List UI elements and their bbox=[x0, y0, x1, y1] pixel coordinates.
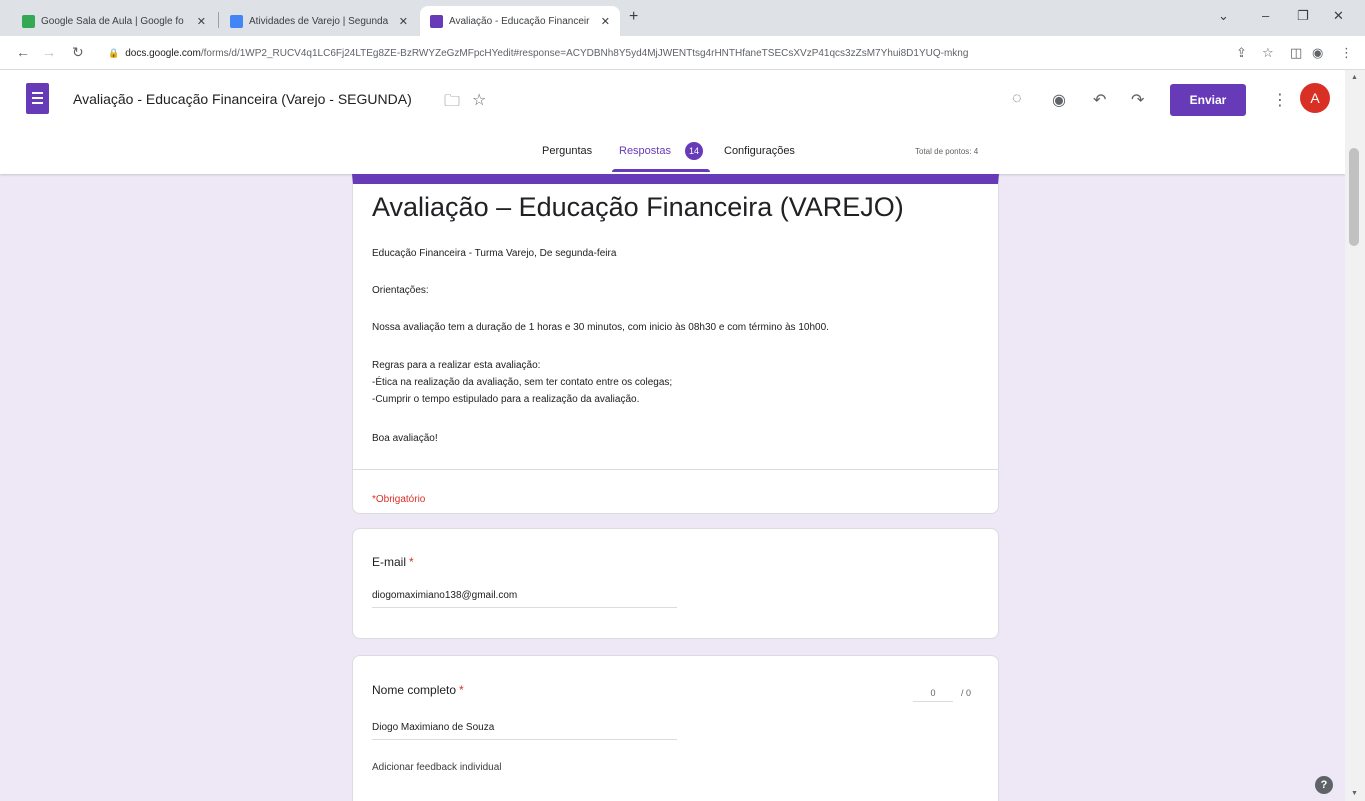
total-points: Total de pontos: 4 bbox=[915, 147, 979, 156]
preview-eye-icon[interactable]: ◉ bbox=[1052, 90, 1066, 110]
document-title[interactable]: Avaliação - Educação Financeira (Varejo … bbox=[73, 91, 412, 107]
undo-icon[interactable]: ↶ bbox=[1093, 90, 1106, 110]
browser-menu-icon[interactable]: ⋮ bbox=[1340, 45, 1353, 61]
tab-title: Google Sala de Aula | Google fo bbox=[41, 15, 184, 27]
active-tab-indicator bbox=[612, 169, 710, 172]
folder-icon[interactable]: 🗀 bbox=[444, 90, 460, 117]
points-input[interactable]: 0 bbox=[913, 684, 953, 702]
form-title: Avaliação – Educação Financeira (VAREJO) bbox=[372, 192, 904, 222]
email-question-card: E-mail * diogomaximiano138@gmail.com bbox=[352, 528, 999, 639]
bookmark-star-icon[interactable]: ☆ bbox=[1262, 45, 1274, 61]
required-note: *Obrigatório bbox=[372, 494, 426, 505]
form-description-line: Regras para a realizar esta avaliação: bbox=[372, 360, 541, 371]
points-scorer: 0 / 0 bbox=[913, 684, 971, 702]
side-panel-icon[interactable]: ◫ bbox=[1290, 45, 1302, 61]
address-bar[interactable]: 🔒 docs.google.com /forms/d/1WP2_RUCV4q1L… bbox=[108, 40, 1200, 66]
lock-icon: 🔒 bbox=[108, 47, 120, 58]
scrollbar-thumb[interactable] bbox=[1349, 148, 1359, 246]
star-icon[interactable]: ☆ bbox=[472, 90, 486, 110]
new-tab-icon[interactable]: + bbox=[629, 8, 638, 26]
reload-icon[interactable]: ↻ bbox=[72, 44, 84, 61]
card-divider bbox=[353, 469, 998, 470]
share-icon[interactable]: ⇪ bbox=[1236, 45, 1247, 61]
extension-icon[interactable]: ◉ bbox=[1312, 45, 1323, 61]
customize-theme-icon[interactable]: ◌ bbox=[1012, 90, 1022, 108]
browser-tab-strip: Google Sala de Aula | Google fo ✕ Ativid… bbox=[0, 0, 1365, 36]
url-path: /forms/d/1WP2_RUCV4q1LC6Fj24LTEg8ZE-BzRW… bbox=[200, 47, 969, 59]
required-star: * bbox=[409, 555, 414, 569]
close-window-icon[interactable]: ✕ bbox=[1333, 8, 1344, 24]
browser-tab-classroom[interactable]: Google Sala de Aula | Google fo ✕ bbox=[12, 6, 216, 36]
question-label: Nome completo * bbox=[372, 683, 464, 697]
url-host: docs.google.com bbox=[125, 47, 201, 59]
form-title-card: Avaliação – Educação Financeira (VAREJO)… bbox=[352, 174, 999, 514]
tab-questions[interactable]: Perguntas bbox=[542, 145, 592, 157]
browser-toolbar: ← → ↻ 🔒 docs.google.com /forms/d/1WP2_RU… bbox=[0, 36, 1365, 70]
form-description-line: Educação Financeira - Turma Varejo, De s… bbox=[372, 248, 617, 259]
back-arrow-icon[interactable]: ← bbox=[16, 44, 30, 60]
points-total: / 0 bbox=[961, 688, 972, 698]
browser-tab-avaliacao[interactable]: Avaliação - Educação Financeir ✕ bbox=[420, 6, 620, 36]
tab-title: Atividades de Varejo | Segunda bbox=[249, 15, 389, 27]
forms-favicon-icon bbox=[430, 14, 443, 28]
send-button[interactable]: Enviar bbox=[1170, 84, 1246, 116]
name-answer: Diogo Maximiano de Souza bbox=[372, 722, 677, 740]
required-star: * bbox=[459, 683, 464, 697]
redo-icon[interactable]: ↷ bbox=[1131, 90, 1144, 110]
close-tab-icon[interactable]: ✕ bbox=[197, 15, 206, 28]
tab-title: Avaliação - Educação Financeir bbox=[449, 15, 590, 27]
form-description-line: -Cumprir o tempo estipulado para a reali… bbox=[372, 394, 640, 405]
question-label-text: E-mail bbox=[372, 555, 407, 569]
tab-settings[interactable]: Configurações bbox=[724, 145, 795, 157]
sites-favicon-icon bbox=[230, 14, 243, 28]
question-label-text: Nome completo bbox=[372, 683, 457, 697]
scroll-up-arrow-icon[interactable]: ▲ bbox=[1351, 74, 1358, 81]
avatar[interactable]: A bbox=[1300, 83, 1330, 113]
help-icon[interactable]: ? bbox=[1315, 776, 1333, 794]
minimize-icon[interactable]: – bbox=[1262, 8, 1269, 23]
email-answer: diogomaximiano138@gmail.com bbox=[372, 590, 677, 608]
google-forms-icon[interactable] bbox=[26, 83, 49, 114]
more-options-icon[interactable]: ⋮ bbox=[1272, 90, 1288, 110]
name-question-card: Nome completo * 0 / 0 Diogo Maximiano de … bbox=[352, 655, 999, 801]
close-tab-icon[interactable]: ✕ bbox=[601, 15, 610, 28]
tab-divider bbox=[218, 12, 219, 28]
tab-responses[interactable]: Respostas bbox=[619, 145, 671, 157]
responses-count-badge: 14 bbox=[685, 142, 703, 160]
scroll-down-arrow-icon[interactable]: ▼ bbox=[1351, 790, 1358, 797]
question-label: E-mail * bbox=[372, 555, 414, 569]
forms-header: Avaliação - Educação Financeira (Varejo … bbox=[0, 70, 1345, 174]
add-feedback-link[interactable]: Adicionar feedback individual bbox=[372, 762, 502, 773]
classroom-favicon-icon bbox=[22, 14, 35, 28]
tab-search-chevron-icon[interactable]: ⌄ bbox=[1218, 8, 1229, 24]
forward-arrow-icon[interactable]: → bbox=[42, 44, 56, 60]
form-description-line: -Ética na realização da avaliação, sem t… bbox=[372, 377, 673, 388]
close-tab-icon[interactable]: ✕ bbox=[399, 15, 408, 28]
restore-icon[interactable]: ❐ bbox=[1297, 8, 1309, 24]
form-description-line: Nossa avaliação tem a duração de 1 horas… bbox=[372, 322, 829, 333]
form-description-line: Boa avaliação! bbox=[372, 433, 438, 444]
form-description-line: Orientações: bbox=[372, 285, 429, 296]
browser-tab-atividades[interactable]: Atividades de Varejo | Segunda ✕ bbox=[220, 6, 418, 36]
